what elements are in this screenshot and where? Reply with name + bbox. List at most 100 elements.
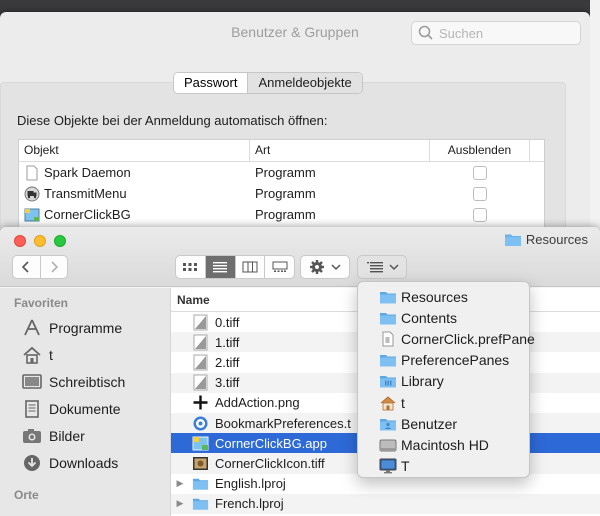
sidebar-item-downloads[interactable]: Downloads	[0, 449, 170, 476]
table-row[interactable]: CornerClickBG Programm	[19, 204, 544, 225]
home-icon	[379, 395, 397, 411]
tiff-icon	[192, 354, 209, 371]
file-name: 2.tiff	[215, 354, 240, 370]
arrange-menu-button[interactable]	[357, 255, 407, 279]
folder-icon	[504, 234, 521, 246]
table-row[interactable]: TransmitMenu Programm	[19, 183, 544, 204]
file-name: BookmarkPreferences.t	[215, 415, 351, 431]
back-button[interactable]	[13, 256, 40, 278]
menu-item[interactable]: Benutzer	[358, 413, 529, 434]
chevron-down-icon	[331, 264, 341, 271]
image-icon	[192, 455, 209, 472]
document-icon	[379, 331, 397, 347]
item-name: TransmitMenu	[44, 186, 127, 201]
sidebar-item-programme[interactable]: Programme	[0, 314, 170, 341]
menu-item-label: t	[401, 394, 405, 411]
file-name: French.lproj	[215, 496, 284, 512]
sidebar-item-label: Schreibtisch	[49, 373, 126, 390]
hide-checkbox[interactable]	[473, 207, 487, 222]
places-heading: Orte	[14, 488, 39, 502]
sidebar-item-bilder[interactable]: Bilder	[0, 422, 170, 449]
menu-item-label: T	[401, 458, 410, 475]
menu-item-label: Resources	[401, 288, 468, 305]
menu-item[interactable]: T	[358, 456, 529, 477]
search-icon	[418, 25, 433, 40]
sidebar-item-label: Downloads	[49, 454, 119, 471]
document-icon	[26, 165, 38, 180]
back-forward-control	[12, 255, 68, 279]
finder-toolbar: Resources	[0, 227, 600, 287]
item-kind: Programm	[255, 186, 316, 201]
search-placeholder: Suchen	[439, 25, 484, 41]
menu-item-label: Macintosh HD	[401, 436, 489, 453]
column-view-button[interactable]	[234, 256, 265, 278]
disclosure-triangle-icon[interactable]: ▶	[171, 498, 189, 509]
login-items-heading: Diese Objekte bei der Anmeldung automati…	[17, 113, 328, 128]
forward-button[interactable]	[39, 256, 67, 278]
library-folder-icon	[379, 373, 397, 389]
file-name: 0.tiff	[215, 314, 240, 330]
finder-sidebar: Favoriten Programme t Schreibtisch Dokum…	[0, 288, 171, 516]
documents-icon	[25, 399, 39, 418]
bg-titlebar: Benutzer & Gruppen Suchen	[0, 12, 590, 56]
grid-icon	[183, 263, 198, 271]
item-name: Spark Daemon	[44, 165, 131, 180]
folder-icon	[379, 289, 397, 305]
file-row[interactable]: ▶ French.lproj	[171, 493, 600, 514]
gallery-view-button[interactable]	[264, 256, 294, 278]
tiff-icon	[192, 374, 209, 391]
list-icon	[213, 262, 228, 273]
folder-icon	[379, 310, 397, 326]
desktop-icon	[22, 373, 42, 389]
tiff-icon	[192, 334, 209, 351]
finder-title: Resources	[504, 232, 588, 247]
menu-item[interactable]: PreferencePanes	[358, 350, 529, 371]
file-name: English.lproj	[215, 476, 286, 492]
menu-item-label: Library	[401, 373, 444, 390]
icon-view-button[interactable]	[176, 256, 205, 278]
column-art[interactable]: Art	[250, 140, 430, 161]
zoom-button[interactable]	[54, 235, 66, 247]
folder-icon	[192, 475, 209, 492]
tab-anmeldeobjekte[interactable]: Anmeldeobjekte	[247, 73, 362, 93]
computer-icon	[379, 458, 397, 474]
tab-passwort[interactable]: Passwort	[174, 73, 248, 93]
file-name: CornerClickBG.app	[215, 435, 327, 451]
close-button[interactable]	[14, 235, 26, 247]
list-view-button[interactable]	[204, 256, 235, 278]
menu-item[interactable]: Library	[358, 371, 529, 392]
hide-checkbox[interactable]	[473, 186, 487, 201]
menu-item[interactable]: CornerClick.prefPane	[358, 328, 535, 349]
camera-icon	[23, 428, 41, 443]
column-ausblenden[interactable]: Ausblenden	[430, 140, 530, 161]
sidebar-item-dokumente[interactable]: Dokumente	[0, 395, 170, 422]
table-row[interactable]: Spark Daemon Programm	[19, 162, 544, 183]
column-objekt[interactable]: Objekt	[19, 140, 250, 161]
item-name: CornerClickBG	[44, 207, 131, 222]
menu-item[interactable]: Macintosh HD	[358, 434, 529, 455]
item-kind: Programm	[255, 165, 316, 180]
plus-icon	[192, 394, 209, 411]
gallery-icon	[272, 261, 288, 272]
disclosure-triangle-icon[interactable]: ▶	[171, 478, 189, 489]
search-field[interactable]: Suchen	[411, 21, 581, 45]
downloads-icon	[24, 454, 40, 471]
finder-title-label: Resources	[525, 232, 588, 247]
sidebar-item-home[interactable]: t	[0, 341, 170, 368]
users-folder-icon	[379, 416, 397, 432]
menu-item[interactable]: Contents	[358, 307, 529, 328]
file-name: 3.tiff	[215, 375, 240, 391]
file-name: AddAction.png	[215, 395, 300, 411]
item-kind: Programm	[255, 207, 316, 222]
chevron-down-icon	[388, 264, 399, 271]
action-menu-button[interactable]	[300, 255, 350, 279]
favorites-heading: Favoriten	[14, 296, 69, 310]
hide-checkbox[interactable]	[473, 165, 487, 180]
menu-item[interactable]: t	[358, 392, 529, 413]
chevron-left-icon	[22, 261, 30, 273]
sidebar-item-label: Dokumente	[49, 400, 121, 417]
menu-item[interactable]: Resources	[358, 286, 529, 307]
sidebar-item-schreibtisch[interactable]: Schreibtisch	[0, 368, 170, 395]
menu-item-label: CornerClick.prefPane	[401, 330, 535, 347]
minimize-button[interactable]	[34, 235, 46, 247]
